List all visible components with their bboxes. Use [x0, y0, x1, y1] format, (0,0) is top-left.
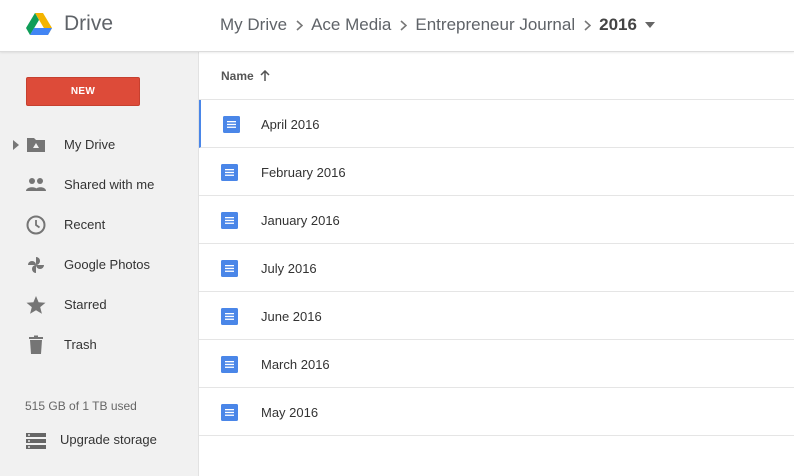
- sidebar-item-label: Shared with me: [64, 177, 155, 192]
- sidebar-item-label: My Drive: [64, 137, 116, 152]
- chevron-right-icon: [575, 19, 599, 31]
- sidebar-item-recent[interactable]: Recent: [0, 207, 199, 243]
- pinwheel-icon: [28, 257, 44, 273]
- clock-icon: [26, 215, 46, 235]
- google-docs-icon: [221, 404, 238, 421]
- file-name: June 2016: [261, 309, 322, 324]
- sidebar-item-my-drive[interactable]: My Drive: [0, 127, 199, 163]
- app-title[interactable]: Drive: [64, 12, 113, 36]
- sidebar-item-label: Recent: [64, 217, 106, 232]
- people-icon: [26, 178, 46, 191]
- breadcrumb-item-entrepreneur-journal[interactable]: Entrepreneur Journal: [415, 15, 575, 35]
- sidebar: NEW My Drive Shared with me Recent Googl…: [0, 52, 199, 476]
- file-name: July 2016: [261, 261, 317, 276]
- sidebar-item-trash[interactable]: Trash: [0, 327, 199, 363]
- star-icon: [26, 296, 46, 314]
- chevron-right-icon: [287, 19, 311, 31]
- google-docs-icon: [223, 116, 240, 133]
- storage-usage-text: 515 GB of 1 TB used: [25, 399, 137, 413]
- google-docs-icon: [221, 308, 238, 325]
- file-name: May 2016: [261, 405, 319, 420]
- file-row[interactable]: April 2016: [199, 100, 794, 148]
- upgrade-storage-label: Upgrade storage: [60, 432, 157, 447]
- file-row[interactable]: January 2016: [199, 196, 794, 244]
- file-name: February 2016: [261, 165, 346, 180]
- file-row[interactable]: May 2016: [199, 388, 794, 436]
- sidebar-item-label: Google Photos: [64, 257, 151, 272]
- upgrade-storage-link[interactable]: Upgrade storage: [0, 427, 199, 455]
- file-row[interactable]: February 2016: [199, 148, 794, 196]
- chevron-right-icon: [391, 19, 415, 31]
- storage-icon: [26, 433, 46, 449]
- file-row[interactable]: July 2016: [199, 244, 794, 292]
- caret-down-icon[interactable]: [644, 22, 655, 28]
- trash-icon: [29, 335, 43, 354]
- google-docs-icon: [221, 260, 238, 277]
- name-column-header[interactable]: Name: [221, 69, 254, 83]
- file-row[interactable]: March 2016: [199, 340, 794, 388]
- top-header: Drive My Drive Ace Media Entrepreneur Jo…: [0, 0, 794, 52]
- google-docs-icon: [221, 212, 238, 229]
- file-name: March 2016: [261, 357, 330, 372]
- expand-arrow-icon[interactable]: [13, 140, 19, 150]
- new-button[interactable]: NEW: [26, 77, 140, 106]
- breadcrumb-current-folder[interactable]: 2016: [599, 15, 637, 35]
- google-docs-icon: [221, 164, 238, 181]
- file-name: January 2016: [261, 213, 340, 228]
- sidebar-item-google-photos[interactable]: Google Photos: [0, 247, 199, 283]
- breadcrumb: My Drive Ace Media Entrepreneur Journal …: [220, 14, 655, 36]
- sidebar-item-label: Starred: [64, 297, 107, 312]
- file-name: April 2016: [261, 117, 320, 132]
- sidebar-item-label: Trash: [64, 337, 97, 352]
- my-drive-folder-icon: [27, 138, 45, 152]
- breadcrumb-item-my-drive[interactable]: My Drive: [220, 15, 287, 35]
- sidebar-item-starred[interactable]: Starred: [0, 287, 199, 323]
- google-drive-logo-icon[interactable]: [26, 13, 52, 36]
- breadcrumb-item-ace-media[interactable]: Ace Media: [311, 15, 391, 35]
- list-column-header: Name: [199, 52, 794, 100]
- file-list: Name April 2016 February 2016 January 20…: [199, 52, 794, 476]
- sidebar-item-shared-with-me[interactable]: Shared with me: [0, 167, 199, 203]
- arrow-up-icon[interactable]: [260, 69, 270, 82]
- google-docs-icon: [221, 356, 238, 373]
- file-row[interactable]: June 2016: [199, 292, 794, 340]
